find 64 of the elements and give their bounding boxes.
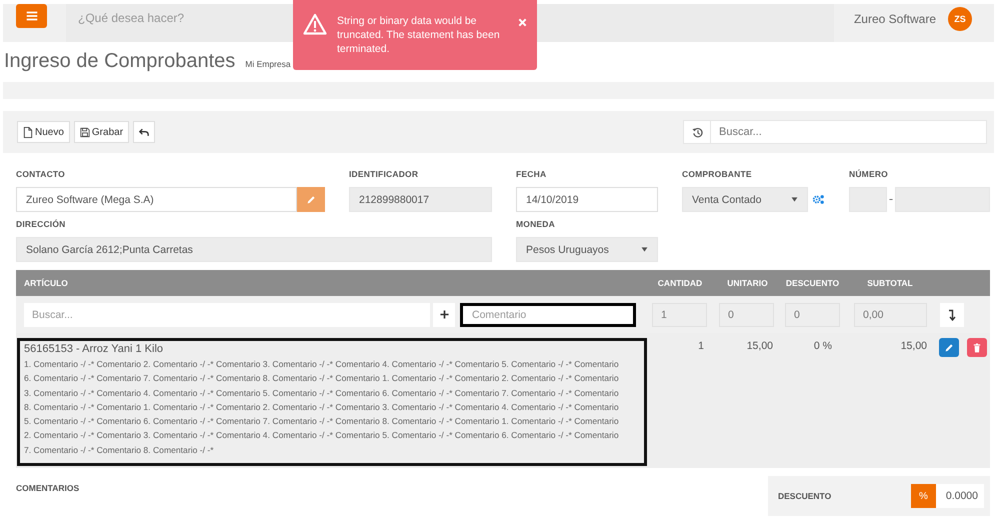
history-icon xyxy=(692,126,702,138)
field-label: IDENTIFICADOR xyxy=(349,169,420,181)
undo-icon xyxy=(139,126,150,138)
floppy-icon xyxy=(80,126,90,138)
input-field[interactable] xyxy=(849,187,887,212)
column-header: SUBTOTAL xyxy=(866,278,914,288)
add-button[interactable] xyxy=(433,302,455,326)
input-field[interactable]: 0,00 xyxy=(854,302,927,326)
save-button[interactable]: Grabar xyxy=(74,121,130,143)
new-button[interactable]: Nuevo xyxy=(17,121,70,143)
breadcrumb-link[interactable]: Mi Empresa xyxy=(245,59,291,69)
dropdown-value: Pesos Uruguayos xyxy=(526,244,609,256)
article-comment: 1. Comentario -/ -* Comentario 2. Comentario -/ -* Comentario 3. Comentario -/ -* Comentario 4. Comentario -/ -* Comentario 5. Comentario -/ -* Comentario 6. Comentario -/ -* Comentario 7. Comentario -/ -* Comentario 8. Comentario -/ -* Comentario 1. Comentario -/ -* Comentario 2. Comentario -/ -* Comentario 3. Comentario -/ -* Comentario 4. Comentario -/ -* Comentario 5. Comentario -/ -* Comentario 6. Comentario -/ -* Comentario 7. Comentario -/ -* Comentario 8. Comentario -/ -* Comentario 1. Comentario -/ -* Comentario 2. Comentario -/ -* Comentario 3. Comentario -/ -* Comentario 4. Comentario -/ -* Comentario 5. Comentario -/ -* Comentario 6. Comentario -/ -* Comentario 7. Comentario -/ -* Comentario 8. Comentario -/ -* Comentario 1. Comentario -/ -* Comentario 2. Comentario -/ -* Comentario 3. Comentario -/ -* Comentario 4. Comentario -/ -* Comentario 5. Comentario -/ -* Comentario 6. Comentario -/ -* Comentario 7. Comentario -/ -* Comentario 8. Comentario -/ -* xyxy=(24,358,620,457)
search-field[interactable]: Buscar... xyxy=(24,302,430,326)
input-field[interactable]: 0 xyxy=(785,302,840,326)
input-field[interactable]: Solano García 2612;Punta Carretas xyxy=(16,237,492,262)
menu-icon xyxy=(24,9,38,23)
close-icon[interactable] xyxy=(518,18,527,27)
field-label: MONEDA xyxy=(516,219,556,231)
gears-icon[interactable] xyxy=(812,194,825,205)
table-cell-text: 15,00 xyxy=(746,340,773,352)
field-label: DESCUENTO xyxy=(778,491,832,501)
field-label: DIRECCIÓN xyxy=(16,219,66,231)
section-label: COMENTARIOS xyxy=(16,483,80,493)
field-label: CONTACTO xyxy=(16,169,66,181)
dropdown[interactable]: Pesos Uruguayos xyxy=(516,237,658,262)
insert-button[interactable] xyxy=(940,302,964,326)
menu-button[interactable] xyxy=(16,4,47,28)
input-field[interactable]: 212899880017 xyxy=(349,187,492,212)
pencil-icon xyxy=(944,342,954,352)
column-header: UNITARIO xyxy=(726,278,769,288)
enter-icon xyxy=(948,308,956,320)
field-label: NÚMERO xyxy=(849,169,889,181)
search-box[interactable]: Buscar... xyxy=(683,120,987,144)
input-field[interactable]: Zureo Software (Mega S.A) xyxy=(16,187,297,212)
trash-icon xyxy=(973,342,981,352)
user-name[interactable]: Zureo Software xyxy=(854,12,936,26)
input-field[interactable]: 1 xyxy=(652,302,707,326)
input-field[interactable]: 0 xyxy=(719,302,774,326)
dropdown-value: Venta Contado xyxy=(692,194,762,206)
field-label: FECHA xyxy=(516,169,548,181)
column-header: ARTÍCULO xyxy=(23,278,69,288)
input-field[interactable]: 14/10/2019 xyxy=(516,187,658,212)
article-name: 56165153 - Arroz Yani 1 Kilo xyxy=(24,343,164,355)
plus-icon xyxy=(440,310,448,319)
table-cell-text: 15,00 xyxy=(900,340,927,352)
page-title: Ingreso de Comprobantes xyxy=(4,50,236,73)
caret-icon xyxy=(641,247,648,252)
file-icon xyxy=(23,126,33,138)
warning-icon xyxy=(303,13,327,35)
caret-icon xyxy=(791,197,798,202)
table-cell-text: 1 xyxy=(697,340,704,352)
input-field[interactable] xyxy=(895,187,990,212)
column-header: DESCUENTO xyxy=(784,278,840,288)
table-cell-text: 0 % xyxy=(812,340,832,352)
comment-field[interactable]: Comentario xyxy=(460,302,636,326)
undo-button[interactable] xyxy=(133,121,156,143)
input-field[interactable]: 0.0000 xyxy=(936,484,984,508)
edit-button[interactable] xyxy=(939,338,959,357)
column-header: CANTIDAD xyxy=(656,278,704,288)
field-label: COMPROBANTE xyxy=(682,169,753,181)
pencil-icon xyxy=(306,194,316,204)
dropdown[interactable]: Venta Contado xyxy=(682,187,808,212)
delete-button[interactable] xyxy=(967,338,987,357)
